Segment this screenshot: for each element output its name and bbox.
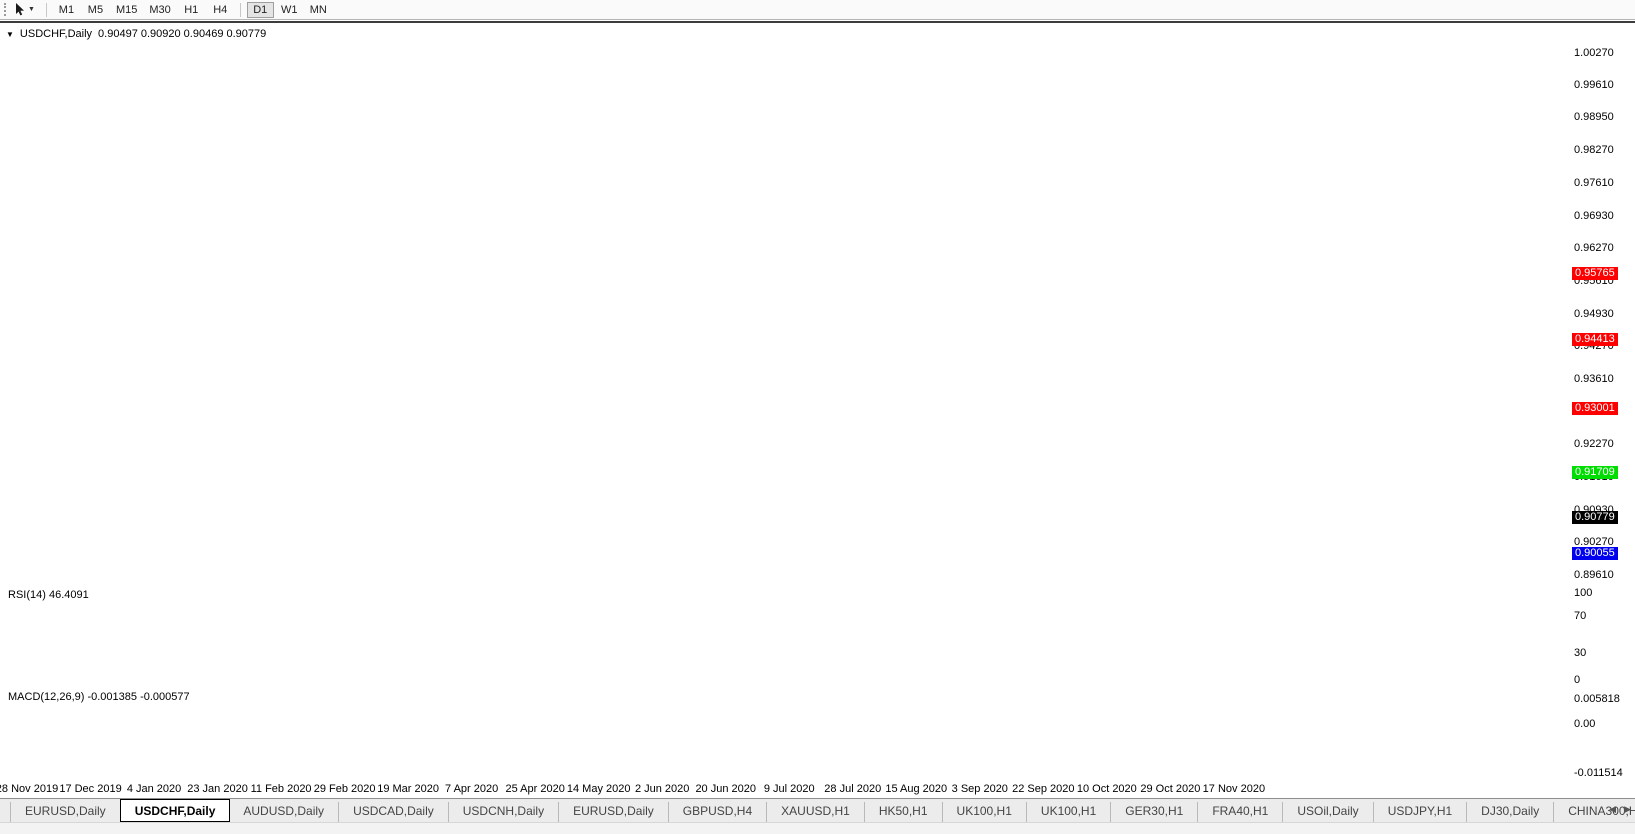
timeframe-button-w1[interactable]: W1 bbox=[276, 2, 303, 18]
time-axis-label: 7 Apr 2020 bbox=[445, 783, 498, 795]
level-price-tag: 0.91709 bbox=[1572, 466, 1618, 479]
chart-title: ▼ USDCHF,Daily 0.90497 0.90920 0.90469 0… bbox=[6, 28, 266, 40]
rsi-indicator-label: RSI(14) 46.4091 bbox=[8, 589, 89, 601]
tab-scroll-right-icon[interactable]: ▶ bbox=[1624, 804, 1631, 815]
time-axis-label: 2 Jun 2020 bbox=[635, 783, 689, 795]
price-axis-tick: 0.97610 bbox=[1574, 177, 1614, 189]
price-axis-tick: 0.94930 bbox=[1574, 308, 1614, 320]
chart-tab-uk100-h1[interactable]: UK100,H1 bbox=[1027, 802, 1111, 822]
time-axis-label: 10 Oct 2020 bbox=[1077, 783, 1137, 795]
toolbar-grip-handle[interactable] bbox=[4, 3, 7, 16]
timeframe-button-m15[interactable]: M15 bbox=[111, 2, 142, 18]
chart-collapse-icon[interactable]: ▼ bbox=[6, 30, 14, 39]
time-axis-label: 29 Oct 2020 bbox=[1140, 783, 1200, 795]
symbol-period-label: USDCHF,Daily bbox=[20, 28, 92, 40]
price-axis-tick: 0.96930 bbox=[1574, 210, 1614, 222]
level-price-tag: 0.94413 bbox=[1572, 333, 1618, 346]
level-price-tag: 0.95765 bbox=[1572, 267, 1618, 280]
time-axis-label: 25 Apr 2020 bbox=[505, 783, 564, 795]
time-axis-label: 20 Jun 2020 bbox=[695, 783, 756, 795]
chart-tab-ger30-h1[interactable]: GER30,H1 bbox=[1111, 802, 1198, 822]
chart-tab-hk50-h1[interactable]: HK50,H1 bbox=[865, 802, 943, 822]
chart-tab-usoil-daily[interactable]: USOil,Daily bbox=[1283, 802, 1373, 822]
time-axis-label: 28 Jul 2020 bbox=[824, 783, 881, 795]
tab-scroll-buttons: ◀ ▶ bbox=[1609, 804, 1631, 815]
timeframe-button-m30[interactable]: M30 bbox=[144, 2, 175, 18]
rsi-axis-tick: 100 bbox=[1574, 587, 1592, 599]
chart-tab-usdchf-daily[interactable]: USDCHF,Daily bbox=[120, 799, 231, 822]
chart-tab-xauusd-h1[interactable]: XAUUSD,H1 bbox=[767, 802, 865, 822]
time-axis-label: 17 Dec 2019 bbox=[59, 783, 121, 795]
chevron-down-icon: ▼ bbox=[28, 2, 35, 18]
price-axis-tick: 0.93610 bbox=[1574, 373, 1614, 385]
chart-tab-eurusd-daily[interactable]: EURUSD,Daily bbox=[559, 802, 669, 822]
app-window: ▼ M1M5M15M30H1H4 D1W1MN ▼ USDCHF,Daily 0.… bbox=[0, 0, 1635, 834]
price-axis-tick: 0.98950 bbox=[1574, 111, 1614, 123]
price-axis-tick: 0.92270 bbox=[1574, 438, 1614, 450]
price-axis-tick: 0.98270 bbox=[1574, 144, 1614, 156]
price-axis-tick: 0.99610 bbox=[1574, 79, 1614, 91]
current-price-tag: 0.90779 bbox=[1572, 511, 1618, 524]
timeframe-button-m1[interactable]: M1 bbox=[53, 2, 80, 18]
timeframe-button-h1[interactable]: H1 bbox=[178, 2, 205, 18]
symbol-tab-bar: EURUSD,DailyUSDCHF,DailyAUDUSD,DailyUSDC… bbox=[0, 798, 1635, 822]
time-axis-label: 28 Nov 2019 bbox=[0, 783, 58, 795]
timeframe-button-h4[interactable]: H4 bbox=[207, 2, 234, 18]
level-price-tag: 0.93001 bbox=[1572, 402, 1618, 415]
chart-window: ▼ USDCHF,Daily 0.90497 0.90920 0.90469 0… bbox=[0, 21, 1635, 798]
time-axis-label: 15 Aug 2020 bbox=[885, 783, 947, 795]
rsi-axis-tick: 70 bbox=[1574, 610, 1586, 622]
chart-tab-usdcnh-daily[interactable]: USDCNH,Daily bbox=[449, 802, 559, 822]
tab-scroll-left-icon[interactable]: ◀ bbox=[1609, 804, 1616, 815]
chart-tab-gbpusd-h4[interactable]: GBPUSD,H4 bbox=[669, 802, 767, 822]
time-axis-label: 29 Feb 2020 bbox=[314, 783, 376, 795]
time-axis-label: 17 Nov 2020 bbox=[1203, 783, 1265, 795]
level-price-tag: 0.90055 bbox=[1572, 547, 1618, 560]
time-axis-label: 14 May 2020 bbox=[567, 783, 631, 795]
macd-axis-tick: 0.005818 bbox=[1574, 693, 1620, 705]
timeframe-button-d1[interactable]: D1 bbox=[247, 2, 274, 18]
cursor-arrow-icon bbox=[15, 3, 26, 16]
time-axis-label: 11 Feb 2020 bbox=[251, 783, 312, 795]
macd-axis-tick: 0.00 bbox=[1574, 718, 1595, 730]
price-axis-tick: 0.96270 bbox=[1574, 242, 1614, 254]
chart-tab-fra40-h1[interactable]: FRA40,H1 bbox=[1198, 802, 1283, 822]
timeframe-button-mn[interactable]: MN bbox=[305, 2, 332, 18]
time-axis-label: 9 Jul 2020 bbox=[764, 783, 815, 795]
macd-axis-tick: -0.011514 bbox=[1574, 767, 1623, 779]
ohlc-values: 0.90497 0.90920 0.90469 0.90779 bbox=[98, 28, 266, 40]
price-axis-tick: 0.89610 bbox=[1574, 569, 1614, 581]
time-axis-label: 22 Sep 2020 bbox=[1012, 783, 1074, 795]
macd-indicator-label: MACD(12,26,9) -0.001385 -0.000577 bbox=[8, 691, 190, 703]
cursor-tool-button[interactable]: ▼ bbox=[13, 2, 41, 18]
status-strip bbox=[0, 822, 1635, 834]
timeframe-button-m5[interactable]: M5 bbox=[82, 2, 109, 18]
time-axis-label: 3 Sep 2020 bbox=[952, 783, 1008, 795]
time-axis-label: 19 Mar 2020 bbox=[377, 783, 439, 795]
chart-tab-usdcad-daily[interactable]: USDCAD,Daily bbox=[339, 802, 449, 822]
rsi-axis-tick: 30 bbox=[1574, 647, 1586, 659]
chart-tab-audusd-daily[interactable]: AUDUSD,Daily bbox=[229, 802, 339, 822]
toolbar-separator bbox=[240, 3, 241, 17]
rsi-axis-tick: 0 bbox=[1574, 674, 1580, 686]
chart-tab-dj30-daily[interactable]: DJ30,Daily bbox=[1467, 802, 1554, 822]
price-axis-tick: 1.00270 bbox=[1574, 47, 1614, 59]
chart-tab-uk100-h1[interactable]: UK100,H1 bbox=[943, 802, 1027, 822]
chart-tab-usdjpy-h1[interactable]: USDJPY,H1 bbox=[1374, 802, 1467, 822]
timeframe-toolbar: ▼ M1M5M15M30H1H4 D1W1MN bbox=[0, 0, 1635, 20]
time-axis-label: 23 Jan 2020 bbox=[187, 783, 248, 795]
chart-tab-eurusd-daily[interactable]: EURUSD,Daily bbox=[10, 802, 121, 822]
time-axis-label: 4 Jan 2020 bbox=[127, 783, 181, 795]
toolbar-separator bbox=[46, 3, 47, 17]
